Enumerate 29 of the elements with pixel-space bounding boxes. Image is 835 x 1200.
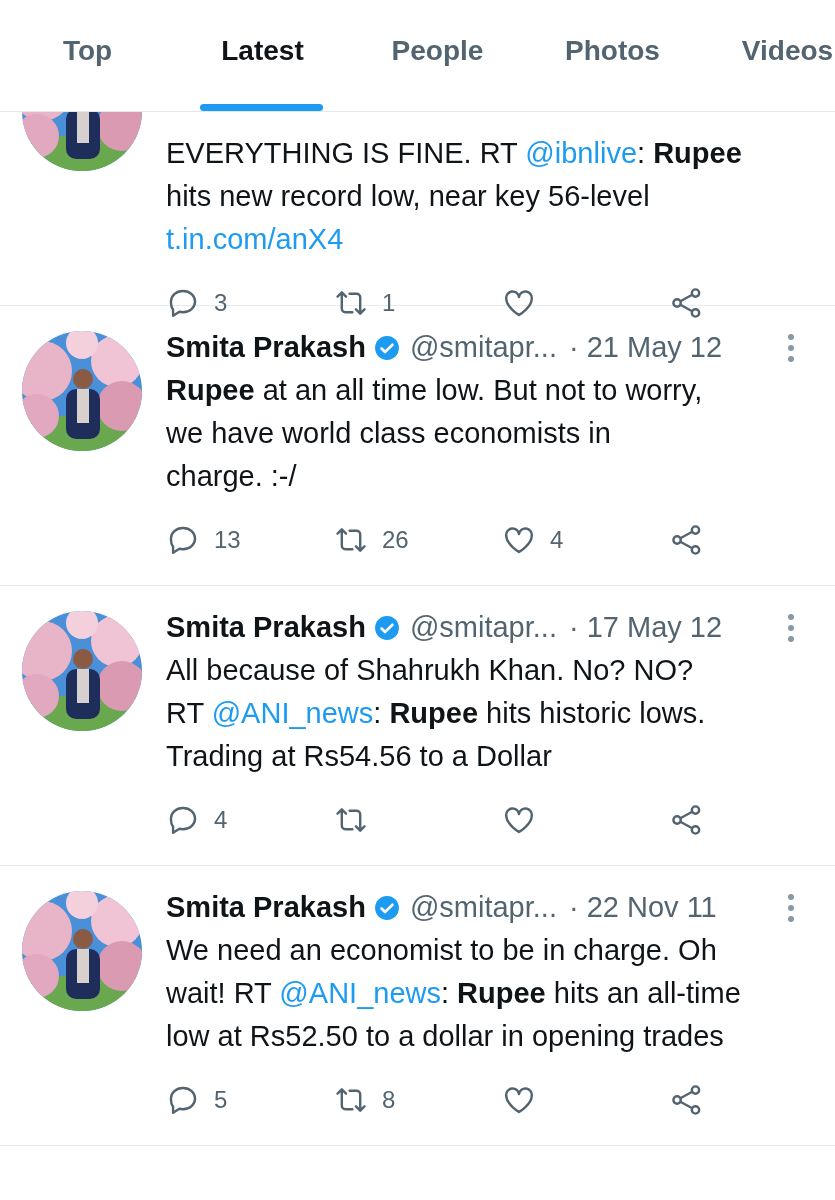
tweet-date[interactable]: · 21 May 12 xyxy=(569,331,723,364)
tab[interactable]: Photos xyxy=(525,0,700,111)
reply-count: 13 xyxy=(214,526,241,554)
tab[interactable]: Latest xyxy=(175,0,350,111)
user-handle[interactable]: @smitapr... xyxy=(409,891,557,924)
tweet-date[interactable]: · 17 May 12 xyxy=(569,611,723,644)
more-icon[interactable] xyxy=(787,892,795,923)
reply-count: 3 xyxy=(214,289,228,317)
like-count: 4 xyxy=(550,526,564,554)
reply-count: 5 xyxy=(214,1086,228,1114)
more-icon[interactable] xyxy=(787,612,795,643)
retweet-count: 1 xyxy=(382,289,396,317)
user-handle[interactable]: @smitapr... xyxy=(409,611,557,644)
tweet-text: EVERYTHING IS FINE. RT @ibnlive: Rupee hits new record low, near key 56-level t.in.com/anX4 xyxy=(166,136,743,257)
tab[interactable]: People xyxy=(350,0,525,111)
tweet-text: All because of Shahrukh Khan. No? NO? RT @ANI_news: Rupee hits historic lows. Trading at Rs54.56 to a Dollar xyxy=(166,653,707,774)
tab[interactable]: Top xyxy=(0,0,175,111)
user-handle[interactable]: @smitapr... xyxy=(409,331,557,364)
reply-count: 4 xyxy=(214,806,228,834)
author-name[interactable]: Smita Prakash xyxy=(166,611,366,644)
tab[interactable]: Videos xyxy=(700,0,835,111)
tweet-date[interactable]: · 22 Nov 11 xyxy=(569,891,717,924)
more-icon[interactable] xyxy=(787,332,795,363)
author-name[interactable]: Smita Prakash xyxy=(166,331,366,364)
retweet-count: 26 xyxy=(382,526,409,554)
tweet-text: We need an economist to be in charge. Oh wait! RT @ANI_news: Rupee hits an all-time low at Rs52.50 to a dollar in opening trades xyxy=(166,933,742,1054)
author-name[interactable]: Smita Prakash xyxy=(166,891,366,924)
tweet-text: Rupee at an all time low. But not to worry, we have world class economists in charge. :-/ xyxy=(166,373,704,494)
retweet-count: 8 xyxy=(382,1086,396,1114)
